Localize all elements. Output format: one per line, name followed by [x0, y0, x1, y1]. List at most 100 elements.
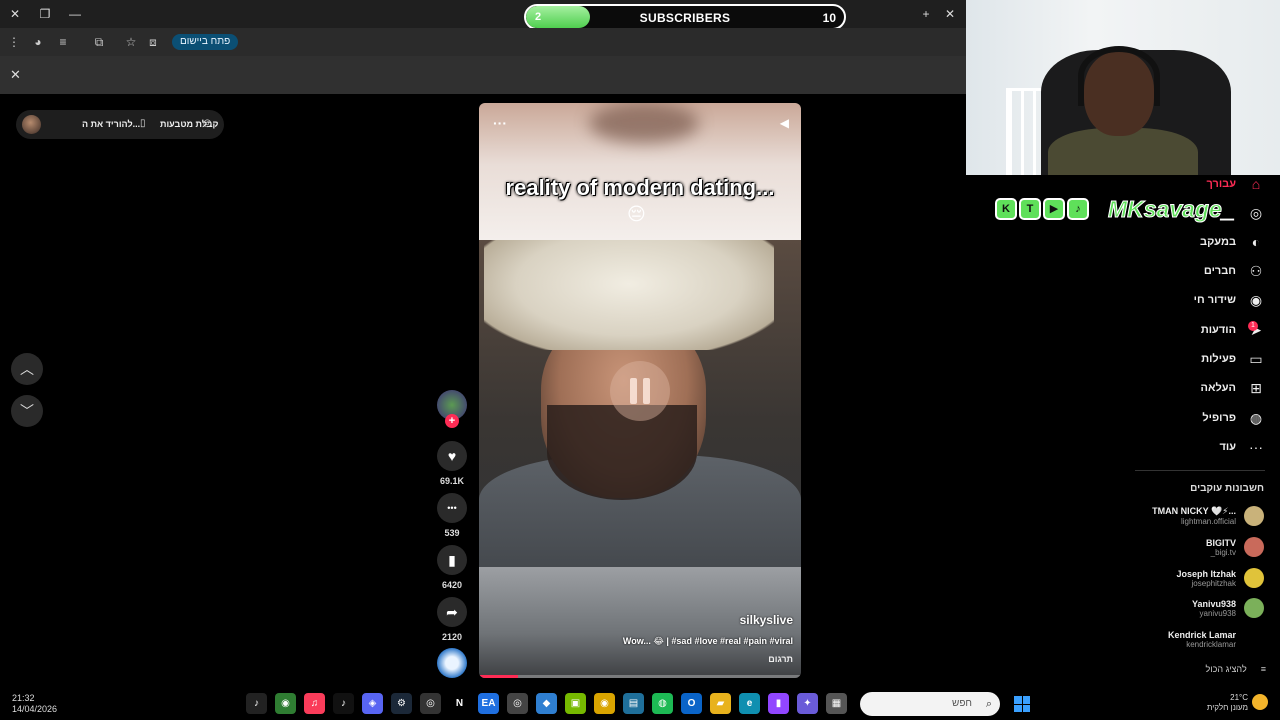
sidebar-item-explore[interactable]: ◎	[1246, 203, 1266, 223]
taskbar-app-netflix-icon[interactable]: N	[449, 693, 470, 714]
account-item[interactable]: Kendrick Lamar kendricklamar	[1168, 629, 1264, 649]
sidebar-label: פעילות	[1201, 353, 1236, 365]
video-player[interactable]: reality of modern dating... 😔 ··· ◀ silk…	[479, 103, 801, 678]
youtube-icon: ▶	[1043, 198, 1065, 220]
taskbar-app-vscode-icon[interactable]: ◆	[536, 693, 557, 714]
kick-icon: K	[995, 198, 1017, 220]
windows-start-icon[interactable]	[1014, 696, 1030, 712]
taskbar-app-ea-icon[interactable]: EA	[478, 693, 499, 714]
account-avatar[interactable]	[1244, 506, 1264, 526]
taskbar-apps: ♪ ◉ ♫ ♪ ◈ ⚙ ◎ N EA ◎ ◆ ▣ ◉ ▤ ◍ O ▰ e ▮ ✦ ▦	[246, 693, 847, 714]
sidebar-item-following[interactable]: ◐ במעקב	[1200, 232, 1266, 252]
bookmark-icon[interactable]: ▮	[437, 545, 467, 575]
account-item[interactable]: Yanivu938 yanivu938	[1192, 598, 1264, 618]
taskbar-search-box[interactable]: חפש ⌕	[860, 692, 1000, 716]
taskbar-app-discord-icon[interactable]: ◈	[362, 693, 383, 714]
taskbar-app-twitch-icon[interactable]: ▮	[768, 693, 789, 714]
video-author[interactable]: silkyslive	[740, 613, 793, 627]
taskbar-app-tiktok-icon[interactable]: ♪	[246, 693, 267, 714]
next-video-button[interactable]: ﹀	[11, 395, 43, 427]
chevron-up-icon: ︿	[20, 361, 34, 377]
share-icon[interactable]: ➦	[437, 597, 467, 627]
follow-plus-icon[interactable]: +	[445, 414, 459, 428]
taskbar-app-edge-icon[interactable]: e	[739, 693, 760, 714]
streamer-name: MKsavage_	[1108, 196, 1236, 223]
weather-widget[interactable]: 21°C מעונן חלקית	[1200, 693, 1248, 713]
account-name: Joseph Itzhak	[1176, 568, 1236, 579]
taskbar-app-steam-icon[interactable]: ⚙	[391, 693, 412, 714]
new-tab-icon[interactable]: +	[918, 6, 934, 22]
account-item[interactable]: BIGITV _bigi.tv	[1206, 537, 1264, 557]
kebab-menu-icon[interactable]: ⋮	[6, 34, 22, 50]
reading-list-icon[interactable]: ≡	[55, 34, 71, 50]
account-avatar[interactable]	[1244, 629, 1264, 649]
video-progress-bar[interactable]	[479, 675, 801, 678]
taskbar-app-store-icon[interactable]: ▦	[826, 693, 847, 714]
like-action[interactable]: ♥ 69.1K	[436, 441, 468, 486]
infobar-close-icon[interactable]: ✕	[10, 67, 21, 83]
previous-video-button[interactable]: ︿	[11, 353, 43, 385]
account-avatar[interactable]	[1244, 537, 1264, 557]
translate-link[interactable]: תרגום	[768, 654, 793, 664]
account-avatar[interactable]	[1244, 598, 1264, 618]
sidebar-label: עוד	[1219, 441, 1236, 453]
music-disc-icon[interactable]	[437, 648, 467, 678]
taskbar-app-copilot-icon[interactable]: ✦	[797, 693, 818, 714]
user-avatar[interactable]	[22, 115, 41, 134]
friends-icon: ⚇	[1249, 263, 1263, 279]
taskbar-app-chrome-icon[interactable]: ◉	[275, 693, 296, 714]
taskbar-app-outlook-icon[interactable]: O	[681, 693, 702, 714]
video-more-menu-icon[interactable]: ···	[493, 115, 507, 131]
sidebar-item-upload[interactable]: ⊞ העלאה	[1201, 378, 1266, 398]
home-icon: ⌂	[1251, 176, 1261, 192]
sidebar-label: במעקב	[1200, 236, 1236, 248]
taskbar-app-chrome2-icon[interactable]: ◉	[594, 693, 615, 714]
clock-date: 14/04/2026	[12, 704, 58, 714]
volume-icon[interactable]: ◀	[780, 116, 789, 130]
sidebar-item-for-you[interactable]: ⌂ עבורך	[1206, 174, 1266, 194]
sidebar-divider	[1135, 470, 1265, 471]
window-close-icon[interactable]: ✕	[7, 6, 23, 22]
install-app-icon[interactable]: ⧈	[145, 34, 161, 50]
open-in-app-button[interactable]: פתח ביישום	[172, 34, 239, 50]
video-caption: reality of modern dating...	[505, 175, 775, 200]
heart-icon[interactable]: ♥	[437, 441, 467, 471]
sidebar-item-more[interactable]: ··· עוד	[1219, 437, 1266, 457]
account-avatar[interactable]	[1244, 568, 1264, 588]
pause-icon[interactable]	[610, 361, 670, 421]
taskbar-clock[interactable]: 21:32 14/04/2026	[12, 693, 57, 715]
window-minimize-icon[interactable]: —	[67, 6, 83, 22]
account-item[interactable]: TMAN NICKY 🤍⚡... lightman.official	[1152, 506, 1264, 526]
comment-icon[interactable]: •••	[437, 493, 467, 523]
twitch-icon: T	[1019, 198, 1041, 220]
sidebar-item-activity[interactable]: ▭ פעילות	[1201, 349, 1266, 369]
tab-close-icon[interactable]: ✕	[942, 6, 958, 22]
extensions-icon[interactable]: ⧉	[91, 34, 107, 50]
taskbar-app-nvidia-icon[interactable]: ▣	[565, 693, 586, 714]
taskbar-app-notepad-icon[interactable]: ▤	[623, 693, 644, 714]
taskbar-app-explorer-icon[interactable]: ▰	[710, 693, 731, 714]
taskbar-app-tiktok2-icon[interactable]: ♪	[333, 693, 354, 714]
profile-avatar-icon[interactable]: ◕	[30, 34, 46, 50]
taskbar-app-spotify-icon[interactable]: ◍	[652, 693, 673, 714]
share-action[interactable]: ➦ 2120	[436, 597, 468, 642]
bookmark-action[interactable]: ▮ 6420	[436, 545, 468, 590]
sidebar-item-profile[interactable]: ◍ פרופיל	[1202, 408, 1266, 428]
download-app-label[interactable]: להוריד את ה...	[82, 119, 140, 129]
sidebar-item-live[interactable]: ◉ שידור חי	[1194, 290, 1266, 310]
show-all-link[interactable]: ≡ להציג הכול	[1206, 664, 1266, 674]
messages-badge: 1	[1248, 321, 1258, 331]
star-bookmark-icon[interactable]: ☆	[123, 34, 139, 50]
comment-action[interactable]: ••• 539	[436, 493, 468, 538]
account-item[interactable]: Joseph Itzhak josephitzhak	[1176, 568, 1264, 588]
upload-icon: ⊞	[1250, 380, 1262, 396]
taskbar-app-obs-icon[interactable]: ◎	[420, 693, 441, 714]
profile-icon: ◍	[1249, 410, 1263, 426]
like-count: 69.1K	[439, 476, 465, 486]
following-accounts-title: חשבונות עוקבים	[1190, 483, 1264, 494]
sidebar-item-friends[interactable]: ⚇ חברים	[1204, 261, 1266, 281]
taskbar-app-app-circle-icon[interactable]: ◎	[507, 693, 528, 714]
get-coins-pill[interactable]: להוריד את ה... ▯ קבלת מטבעות ◎	[16, 110, 224, 139]
taskbar-app-music-icon[interactable]: ♫	[304, 693, 325, 714]
window-restore-icon[interactable]: ❐	[37, 6, 53, 22]
